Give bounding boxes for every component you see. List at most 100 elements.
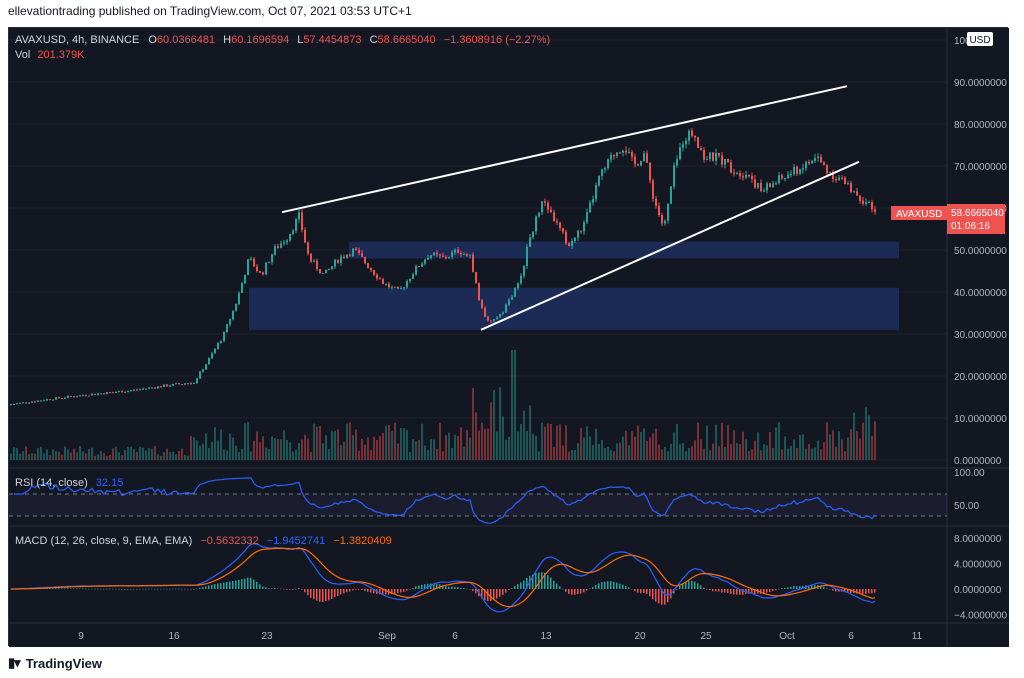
macd-histogram-bar — [121, 588, 123, 590]
candle-body — [721, 155, 723, 165]
candle-body — [166, 384, 168, 387]
candle-body — [625, 150, 627, 153]
volume-bar — [22, 451, 24, 460]
volume-bar — [697, 422, 699, 460]
candle-body — [790, 174, 792, 176]
candle-body — [37, 400, 39, 402]
volume-bar — [751, 449, 753, 460]
rsi-legend[interactable]: RSI (14, close) 32.15 — [15, 477, 123, 489]
volume-bar — [94, 455, 96, 460]
candle-body — [859, 195, 861, 201]
candle-body — [757, 182, 759, 188]
volume-bar — [367, 437, 369, 460]
volume-bar — [154, 446, 156, 460]
footer-branding[interactable]: ▮▾ TradingView — [8, 654, 102, 672]
macd-histogram-bar — [730, 589, 732, 594]
volume-bar — [811, 448, 813, 460]
volume-bar — [148, 448, 150, 460]
candle-body — [709, 152, 711, 160]
volume-bar — [400, 428, 402, 460]
volume-bar — [688, 447, 690, 460]
macd-histogram-bar — [349, 589, 351, 592]
candle-body — [148, 387, 150, 389]
macd-histogram-bar — [646, 589, 648, 594]
macd-histogram-bar — [862, 589, 864, 595]
volume-bar — [607, 446, 609, 460]
candle-body — [517, 283, 519, 289]
volume-bar — [115, 446, 117, 460]
candle-body — [292, 230, 294, 234]
candle-body — [520, 275, 522, 284]
volume-bar — [490, 402, 492, 460]
volume-bar — [97, 454, 99, 460]
volume-bar — [763, 444, 765, 460]
candle-body — [382, 279, 384, 285]
volume-bar — [136, 451, 138, 460]
volume-bar — [679, 444, 681, 460]
volume-bar — [340, 445, 342, 460]
candle-body — [775, 183, 777, 185]
macd-histogram-bar — [613, 581, 615, 589]
candle-body — [682, 144, 684, 148]
candle-body — [754, 179, 756, 188]
volume-bar — [85, 453, 87, 460]
volume-bar — [256, 431, 258, 460]
macd-histogram-bar — [154, 588, 156, 590]
macd-histogram-bar — [82, 588, 84, 590]
candle-body — [475, 272, 477, 284]
candle-body — [325, 269, 327, 274]
volume-bar — [775, 427, 777, 460]
macd-histogram-bar — [454, 586, 456, 589]
volume-bar — [541, 422, 543, 460]
macd-histogram-bar — [766, 589, 768, 593]
volume-bar — [553, 446, 555, 460]
volume-bar — [298, 442, 300, 460]
macd-histogram-bar — [874, 589, 876, 593]
volume-bar — [145, 450, 147, 460]
macd-histogram-bar — [280, 588, 282, 590]
candle-body — [550, 209, 552, 213]
candle-body — [856, 191, 858, 196]
volume-bar — [46, 449, 48, 460]
candle-body — [631, 151, 633, 157]
macd-histogram-bar — [232, 580, 234, 589]
candle-body — [145, 388, 147, 390]
currency-badge[interactable]: USD — [967, 32, 993, 46]
macd-histogram-bar — [457, 587, 459, 589]
macd-histogram-bar — [559, 586, 561, 589]
volume-bar — [142, 447, 144, 460]
chart-svg[interactable]: 10090.000000080.000000070.000000060.0000… — [9, 28, 1009, 647]
macd-histogram-bar — [823, 586, 825, 589]
macd-histogram-bar — [49, 588, 51, 589]
volume-bar — [283, 430, 285, 460]
volume-bar — [76, 452, 78, 460]
macd-histogram-bar — [208, 585, 210, 589]
macd-histogram-bar — [643, 589, 645, 594]
macd-legend[interactable]: MACD (12, 26, close, 9, EMA, EMA) −0.563… — [15, 535, 392, 547]
candle-body — [31, 401, 33, 403]
macd-histogram-bar — [58, 588, 60, 589]
support-zone[interactable] — [249, 287, 899, 330]
macd-histogram-bar — [337, 589, 339, 597]
volume-bar — [778, 422, 780, 460]
volume-bar — [448, 432, 450, 460]
macd-histogram-bar — [157, 588, 159, 590]
volume-bar — [391, 430, 393, 460]
volume-bar — [691, 446, 693, 460]
macd-histogram-bar — [619, 583, 621, 589]
candle-body — [793, 166, 795, 175]
candle-body — [64, 397, 66, 399]
macd-histogram-bar — [616, 582, 618, 589]
candle-body — [70, 395, 72, 397]
candle-body — [370, 267, 372, 271]
candle-body — [238, 292, 240, 305]
macd-histogram-bar — [367, 589, 369, 592]
chart-frame[interactable]: 10090.000000080.000000070.000000060.0000… — [8, 27, 1009, 647]
candle-body — [865, 202, 867, 204]
candle-body — [646, 153, 648, 163]
macd-histogram-bar — [397, 589, 399, 594]
volume-bar — [172, 451, 174, 460]
volume-bar — [352, 435, 354, 460]
volume-bar — [313, 423, 315, 460]
volume-bar — [595, 428, 597, 460]
